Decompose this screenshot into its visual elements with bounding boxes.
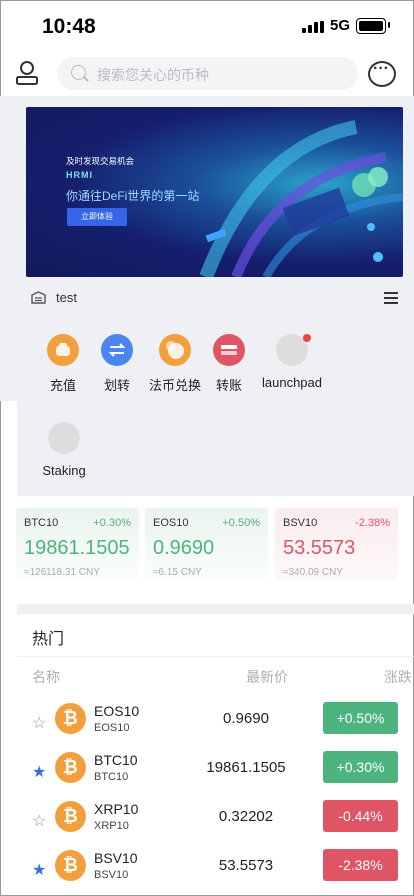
column-header-change: 涨跌 bbox=[384, 669, 412, 685]
column-header-name: 名称 bbox=[32, 669, 60, 685]
hot-divider bbox=[17, 656, 414, 657]
quick-action-transfer[interactable]: 划转 bbox=[87, 334, 147, 394]
search-placeholder: 搜索您关心的币种 bbox=[97, 67, 209, 83]
status-bar: 10:48 5G bbox=[0, 0, 414, 52]
favorite-star-icon[interactable]: ☆ bbox=[32, 811, 46, 831]
quick-action-launchpad[interactable]: launchpad bbox=[262, 334, 322, 390]
coin-price: 0.9690 bbox=[223, 710, 269, 727]
coin-name: BTC10 bbox=[94, 752, 138, 768]
ticker-change: +0.30% bbox=[93, 517, 131, 529]
search-icon bbox=[71, 65, 86, 80]
market-row[interactable]: ☆ ₿ EOS10 EOS10 0.9690 +0.50% bbox=[0, 700, 414, 749]
coin-name: XRP10 bbox=[94, 801, 139, 817]
banner-headline: 你通往DeFi世界的第一站 bbox=[66, 189, 200, 203]
coin-subname: BSV10 bbox=[94, 869, 129, 881]
favorite-star-icon[interactable]: ☆ bbox=[32, 713, 46, 733]
quick-action-send[interactable]: 转账 bbox=[199, 334, 259, 394]
battery-icon bbox=[356, 18, 386, 34]
quick-action-label: 充值 bbox=[49, 378, 76, 393]
launchpad-icon bbox=[276, 334, 311, 366]
favorite-star-icon[interactable]: ★ bbox=[32, 860, 46, 880]
section-divider bbox=[17, 604, 414, 614]
hot-section-title: 热门 bbox=[32, 631, 65, 648]
banner-line1: 及时发现交易机会 bbox=[66, 156, 135, 166]
promo-banner[interactable]: 及时发现交易机会 HRMI 你通往DeFi世界的第一站 立即体验 bbox=[26, 107, 403, 277]
status-time: 10:48 bbox=[42, 15, 96, 38]
ticker-symbol: BTC10 bbox=[24, 517, 59, 529]
coin-name: BSV10 bbox=[94, 850, 138, 866]
chat-icon[interactable] bbox=[368, 60, 396, 87]
change-badge[interactable]: -2.38% bbox=[323, 849, 398, 881]
ticker-price: 53.5573 bbox=[283, 537, 356, 559]
coin-icon: ₿ bbox=[55, 850, 86, 881]
coin-icon: ₿ bbox=[55, 801, 86, 832]
search-bar[interactable]: 搜索您关心的币种 bbox=[57, 57, 358, 90]
ticker-symbol: BSV10 bbox=[283, 517, 318, 529]
ticker-card-bsv[interactable]: BSV10 -2.38% 53.5573 ≈340.09 CNY bbox=[275, 508, 398, 580]
ticker-card-eos[interactable]: EOS10 +0.50% 0.9690 ≈6.15 CNY bbox=[145, 508, 268, 580]
change-badge[interactable]: +0.50% bbox=[323, 702, 398, 734]
coin-subname: EOS10 bbox=[94, 722, 130, 734]
announcement-text[interactable]: test bbox=[56, 290, 77, 305]
coin-price: 53.5573 bbox=[218, 857, 274, 874]
top-bar: 搜索您关心的币种 bbox=[0, 52, 414, 96]
column-header-price: 最新价 bbox=[246, 669, 288, 685]
ticker-cny: ≈126118.31 CNY bbox=[24, 567, 100, 578]
coin-icon: ₿ bbox=[55, 703, 86, 734]
signal-icon bbox=[302, 21, 324, 33]
change-badge[interactable]: -0.44% bbox=[323, 800, 398, 832]
transfer-icon bbox=[101, 334, 133, 366]
announcement-icon bbox=[31, 291, 46, 304]
ticker-cny: ≈6.15 CNY bbox=[153, 567, 202, 578]
coin-subname: BTC10 bbox=[94, 771, 129, 783]
list-menu-icon[interactable] bbox=[384, 292, 398, 304]
coin-price: 0.32202 bbox=[218, 808, 274, 825]
coin-subname: XRP10 bbox=[94, 820, 129, 832]
ticker-card-btc[interactable]: BTC10 +0.30% 19861.1505 ≈126118.31 CNY bbox=[16, 508, 139, 580]
deposit-icon bbox=[47, 334, 79, 366]
notification-dot bbox=[303, 334, 311, 342]
battery-tip bbox=[388, 22, 390, 28]
home-panel-edge bbox=[0, 96, 17, 401]
user-icon[interactable] bbox=[15, 60, 39, 86]
ticker-symbol: EOS10 bbox=[153, 517, 189, 529]
quick-action-label: 划转 bbox=[103, 378, 130, 393]
quick-action-label: Staking bbox=[42, 463, 86, 478]
coin-icon: ₿ bbox=[55, 752, 86, 783]
market-row[interactable]: ☆ ₿ XRP10 XRP10 0.32202 -0.44% bbox=[0, 798, 414, 847]
banner-cta-button[interactable]: 立即体验 bbox=[67, 208, 127, 226]
quick-action-staking[interactable]: Staking bbox=[34, 422, 94, 478]
ticker-cny: ≈340.09 CNY bbox=[283, 567, 343, 578]
favorite-star-icon[interactable]: ★ bbox=[32, 762, 46, 782]
ticker-price: 19861.1505 bbox=[24, 537, 130, 559]
coin-price: 19861.1505 bbox=[206, 759, 286, 776]
market-row[interactable]: ★ ₿ BTC10 BTC10 19861.1505 +0.30% bbox=[0, 749, 414, 798]
ticker-change: +0.50% bbox=[222, 517, 260, 529]
ticker-price: 0.9690 bbox=[153, 537, 215, 559]
market-row[interactable]: ★ ₿ BSV10 BSV10 53.5573 -2.38% bbox=[0, 847, 414, 896]
quick-action-label: 转账 bbox=[215, 378, 242, 393]
send-icon bbox=[213, 334, 245, 366]
quick-action-label: launchpad bbox=[262, 375, 322, 390]
network-label: 5G bbox=[330, 17, 351, 34]
coin-name: EOS10 bbox=[94, 703, 140, 719]
ticker-change: -2.38% bbox=[355, 517, 390, 529]
quick-action-deposit[interactable]: 充值 bbox=[33, 334, 93, 394]
staking-icon bbox=[48, 422, 80, 454]
banner-brand: HRMI bbox=[66, 170, 93, 180]
fiat-exchange-icon bbox=[159, 334, 191, 366]
change-badge[interactable]: +0.30% bbox=[323, 751, 398, 783]
